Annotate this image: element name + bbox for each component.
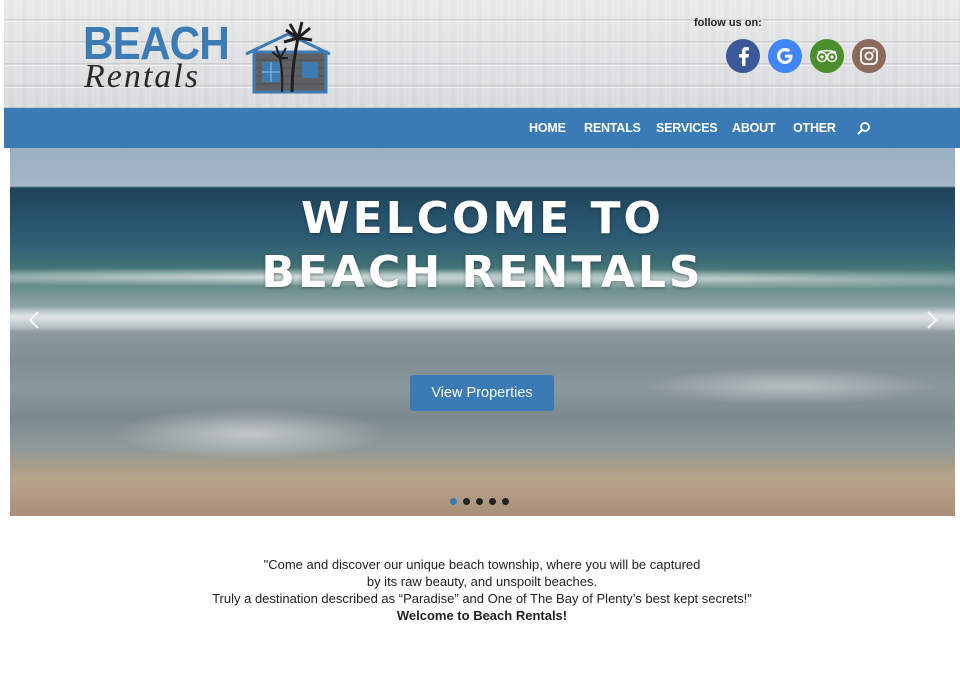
hero-wave	[10, 306, 955, 330]
nav-other[interactable]: OTHER	[793, 121, 836, 135]
instagram-icon	[860, 47, 878, 65]
intro-quote: "Come and discover our unique beach town…	[0, 556, 960, 624]
main-nav: HOME RENTALS SERVICES ABOUT OTHER	[4, 108, 960, 148]
hero-foam	[630, 366, 950, 406]
chevron-right-icon[interactable]	[924, 310, 940, 330]
follow-us-label: follow us on:	[694, 17, 762, 29]
tripadvisor-link[interactable]	[810, 39, 844, 73]
hero-title-line1: WELCOME TO	[301, 193, 664, 244]
search-icon[interactable]	[856, 120, 872, 136]
slide-dot-3[interactable]	[476, 498, 483, 505]
intro-line-3: Truly a destination described as “Paradi…	[212, 591, 752, 606]
beach-house-icon	[245, 21, 331, 94]
slider-dots	[450, 498, 509, 506]
slide-dot-1[interactable]	[450, 498, 457, 505]
nav-home[interactable]: HOME	[529, 121, 566, 135]
chevron-left-icon[interactable]	[26, 310, 42, 330]
tripadvisor-icon	[816, 49, 838, 63]
hero-foam	[100, 406, 400, 461]
intro-line-2: by its raw beauty, and unspoilt beaches.	[366, 574, 598, 589]
nav-rentals[interactable]: RENTALS	[584, 121, 641, 135]
hero-title: WELCOME TO BEACH RENTALS	[10, 192, 955, 300]
facebook-link[interactable]	[726, 39, 760, 73]
nav-about[interactable]: ABOUT	[732, 121, 776, 135]
slide-dot-5[interactable]	[502, 498, 509, 505]
google-icon	[777, 48, 793, 64]
instagram-link[interactable]	[852, 39, 886, 73]
slide-dot-4[interactable]	[489, 498, 496, 505]
view-properties-button[interactable]: View Properties	[410, 375, 554, 411]
logo-text-rentals: Rentals	[84, 58, 200, 95]
intro-welcome: Welcome to Beach Rentals!	[396, 608, 568, 623]
intro-line-1: "Come and discover our unique beach town…	[263, 557, 701, 572]
slide-dot-2[interactable]	[463, 498, 470, 505]
hero-title-line2: BEACH RENTALS	[261, 247, 704, 298]
site-header: BEACH Rentals follow us on:	[4, 0, 960, 108]
google-link[interactable]	[768, 39, 802, 73]
hero-slider: WELCOME TO BEACH RENTALS View Properties	[10, 148, 955, 516]
facebook-icon	[739, 47, 749, 66]
site-logo[interactable]: BEACH Rentals	[80, 12, 340, 95]
nav-services[interactable]: SERVICES	[656, 121, 718, 135]
